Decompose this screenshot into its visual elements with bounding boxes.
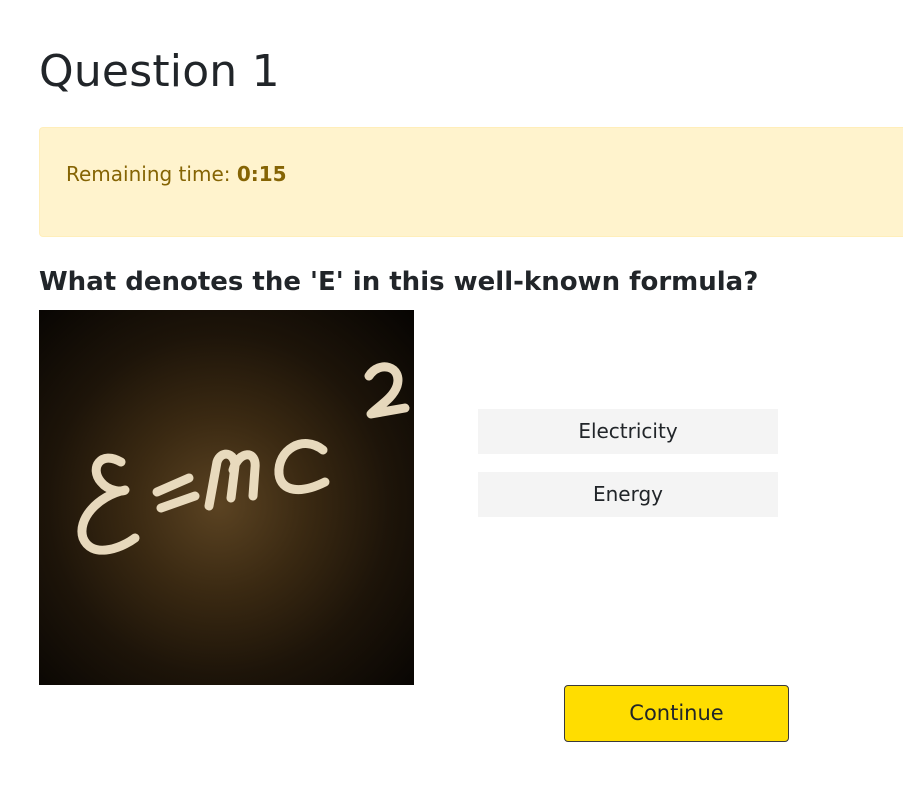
timer-label: Remaining time: — [66, 162, 231, 186]
chalk-letter-c — [274, 439, 330, 495]
answer-electricity-button[interactable]: Electricity — [478, 409, 778, 454]
timer-line: Remaining time: 0:15 — [66, 159, 287, 189]
chalk-letter-e — [77, 453, 140, 555]
chalk-formula-drawing — [77, 362, 410, 555]
answer-energy-button[interactable]: Energy — [478, 472, 778, 517]
timer-value: 0:15 — [236, 162, 287, 186]
quiz-page: Question 1 Remaining time: 0:15 What den… — [0, 0, 903, 795]
chalk-equals-top — [152, 473, 194, 497]
question-text: What denotes the 'E' in this well-known … — [39, 267, 759, 297]
continue-button[interactable]: Continue — [564, 685, 789, 742]
chalk-equals-bottom — [156, 491, 200, 513]
chalk-letter-m — [204, 449, 260, 511]
chalk-superscript-2 — [364, 362, 410, 419]
formula-image — [39, 310, 414, 685]
timer-alert: Remaining time: 0:15 — [39, 127, 903, 237]
page-title: Question 1 — [39, 46, 280, 97]
